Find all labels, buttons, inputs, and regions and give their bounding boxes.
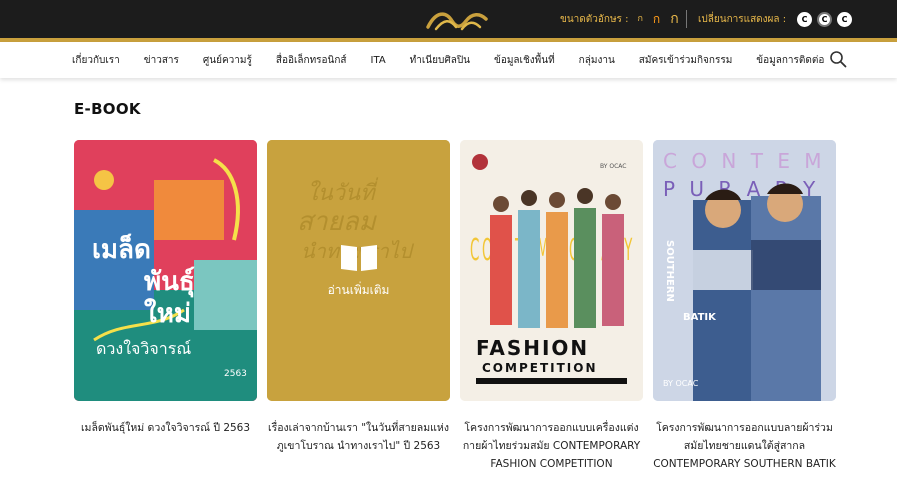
- ebook-title[interactable]: เมล็ดพันธุ์ใหม่ ดวงใจวิจารณ์ ปี 2563: [74, 419, 257, 437]
- nav-list: เกี่ยวกับเรา ข่าวสาร ศูนย์ความรู้ สื่ออิ…: [72, 42, 848, 78]
- book-open-icon: [340, 245, 377, 273]
- ebook-card[interactable]: C O N T E M P U R A R Y SOUTHERN BATIK B…: [653, 140, 836, 473]
- cover-text: ดวงใจวิจารณ์: [96, 339, 191, 358]
- cover-text: COMPETITION: [482, 361, 598, 375]
- ebook-cover-art: BY OCAC CON TEM POR ARY FASHION COMPETIT…: [460, 140, 643, 401]
- ebook-cover-art: C O N T E M P U R A R Y SOUTHERN BATIK B…: [653, 140, 836, 401]
- ebook-cover[interactable]: เมล็ด พันธุ์ ใหม่ ดวงใจวิจารณ์ 2563: [74, 140, 257, 401]
- cover-text: C O N T E M: [663, 149, 826, 173]
- cover-text: BATIK: [683, 312, 717, 323]
- ebook-cover[interactable]: ในวันที่ สายลม นำทางเราไป อ่านเพิ่มเติม: [267, 140, 450, 401]
- display-mode-dark-button[interactable]: C: [837, 11, 853, 27]
- nav-item-knowledge-center[interactable]: ศูนย์ความรู้: [203, 53, 252, 68]
- ebook-title[interactable]: เรื่องเล่าจากบ้านเรา "ในวันที่สายลมแห่งภ…: [267, 419, 450, 455]
- nav-item-area-data[interactable]: ข้อมูลเชิงพื้นที่: [494, 53, 555, 68]
- nav-item-join-activity[interactable]: สมัครเข้าร่วมกิจกรรม: [639, 53, 733, 68]
- display-mode-normal-button[interactable]: C: [797, 11, 813, 27]
- nav-item-e-media[interactable]: สื่ออิเล็กทรอนิกส์: [276, 53, 347, 68]
- nav-item-news[interactable]: ข่าวสาร: [144, 53, 179, 68]
- nav-item-artist-directory[interactable]: ทำเนียบศิลปิน: [410, 53, 470, 68]
- font-size-label: ขนาดตัวอักษร :: [560, 13, 629, 25]
- nav-item-workgroups[interactable]: กลุ่มงาน: [579, 53, 615, 68]
- read-more-overlay[interactable]: อ่านเพิ่มเติม: [267, 140, 450, 401]
- display-mode-label: เปลี่ยนการแสดงผล :: [698, 13, 787, 25]
- topbar-divider: [686, 10, 687, 28]
- ebook-title[interactable]: โครงการพัฒนาการออกแบบลายผ้าร่วมสมัยไทยชา…: [653, 419, 836, 473]
- cover-text: ใหม่: [144, 298, 191, 329]
- ebook-card[interactable]: เมล็ด พันธุ์ ใหม่ ดวงใจวิจารณ์ 2563 เมล็…: [74, 140, 257, 437]
- search-icon[interactable]: [829, 50, 847, 68]
- ebook-card[interactable]: ในวันที่ สายลม นำทางเราไป อ่านเพิ่มเติม …: [267, 140, 450, 455]
- cover-text: BY OCAC: [600, 163, 626, 170]
- ebook-title[interactable]: โครงการพัฒนาการออกแบบเครื่องแต่งกายผ้าไท…: [460, 419, 643, 473]
- cover-text: BY OCAC: [663, 379, 699, 388]
- main-nav: เกี่ยวกับเรา ข่าวสาร ศูนย์ความรู้ สื่ออิ…: [0, 42, 897, 78]
- section-title: E-BOOK: [74, 100, 141, 118]
- display-mode-contrast-button[interactable]: C: [817, 11, 833, 27]
- cover-text: FASHION: [476, 336, 589, 360]
- logo-icon[interactable]: [426, 7, 488, 33]
- cover-text: 2563: [224, 369, 247, 379]
- nav-item-about[interactable]: เกี่ยวกับเรา: [72, 53, 120, 68]
- read-more-label[interactable]: อ่านเพิ่มเติม: [328, 281, 390, 300]
- ocac-logo-icon: [472, 154, 488, 170]
- nav-item-contact[interactable]: ข้อมูลการติดต่อ: [756, 53, 824, 68]
- nav-item-ita[interactable]: ITA: [371, 55, 386, 66]
- ebook-cover[interactable]: BY OCAC CON TEM POR ARY FASHION COMPETIT…: [460, 140, 643, 401]
- display-mode-controls: เปลี่ยนการแสดงผล : C C C: [698, 11, 853, 27]
- ebook-card[interactable]: BY OCAC CON TEM POR ARY FASHION COMPETIT…: [460, 140, 643, 473]
- ebook-cover-art: เมล็ด พันธุ์ ใหม่ ดวงใจวิจารณ์ 2563: [74, 140, 257, 401]
- font-size-small-button[interactable]: ก: [637, 11, 642, 27]
- cover-text: SOUTHERN: [664, 240, 675, 302]
- font-size-large-button[interactable]: ก: [670, 11, 678, 27]
- cover-text: พันธุ์: [144, 266, 195, 298]
- cover-text: เมล็ด: [92, 233, 151, 265]
- font-size-controls: ขนาดตัวอักษร : ก ก ก: [560, 11, 684, 27]
- font-size-medium-button[interactable]: ก: [653, 11, 660, 27]
- ebook-cover[interactable]: C O N T E M P U R A R Y SOUTHERN BATIK B…: [653, 140, 836, 401]
